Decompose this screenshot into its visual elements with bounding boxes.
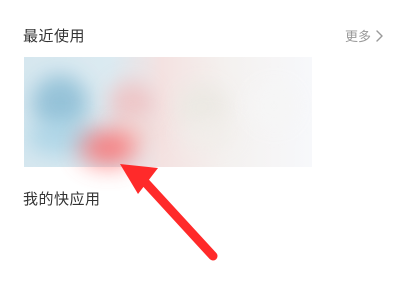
recent-app-4[interactable] <box>240 57 312 167</box>
more-label: 更多 <box>344 30 371 45</box>
recent-app-2[interactable] <box>96 57 168 167</box>
recent-app-4-image <box>250 83 298 129</box>
recent-apps-strip <box>24 57 312 167</box>
recent-app-3-image-lower <box>182 119 234 149</box>
recent-title: 最近使用 <box>23 27 86 45</box>
my-quick-apps-title: 我的快应用 <box>23 190 101 208</box>
recent-app-1-image-lower <box>26 119 98 157</box>
recent-app-3[interactable] <box>168 57 240 167</box>
chevron-right-icon <box>374 29 386 43</box>
recent-app-2-image-lower <box>112 117 158 149</box>
recent-app-1[interactable] <box>24 57 98 167</box>
more-link[interactable]: 更多 <box>345 26 386 45</box>
recent-section-header: 最近使用 更多 <box>23 24 386 46</box>
